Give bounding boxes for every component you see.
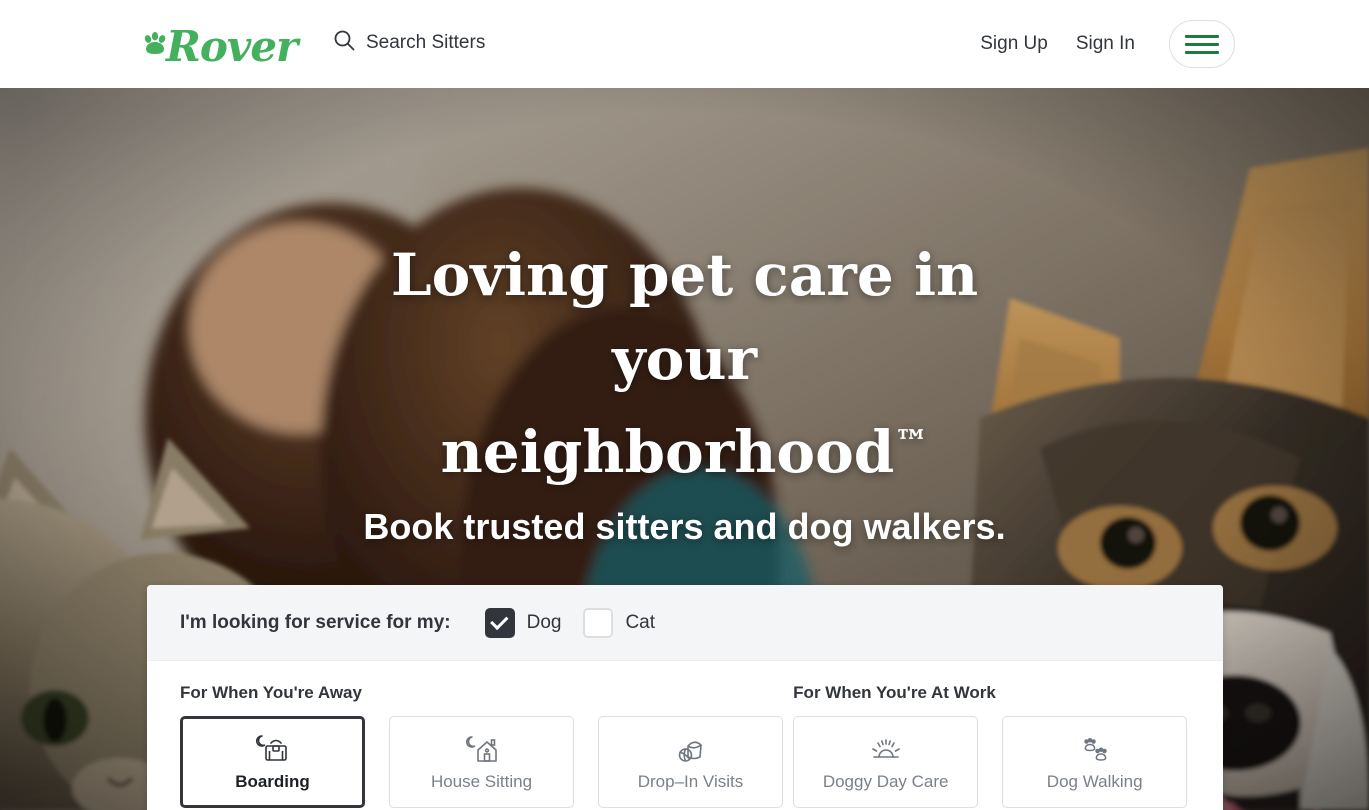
service-tile-house-sitting[interactable]: House Sitting bbox=[389, 716, 574, 808]
search-icon bbox=[332, 28, 356, 57]
service-tile-house-sitting-label: House Sitting bbox=[430, 771, 533, 791]
site-header: Rover Search Sitters Sign Up Sign In bbox=[0, 0, 1369, 88]
service-tile-drop-in-visits-label: Drop–In Visits bbox=[637, 771, 744, 791]
menu-line bbox=[1185, 42, 1219, 46]
pet-option-cat[interactable]: Cat bbox=[583, 607, 656, 638]
header-actions: Sign Up Sign In bbox=[966, 20, 1235, 68]
pet-type-question: I'm looking for service for my: bbox=[180, 611, 451, 633]
service-tile-boarding-label: Boarding bbox=[235, 771, 310, 791]
rover-logo[interactable]: Rover bbox=[142, 18, 298, 71]
hamburger-menu-icon[interactable] bbox=[1169, 20, 1235, 68]
cat-checkbox[interactable] bbox=[583, 607, 614, 638]
sign-in-link[interactable]: Sign In bbox=[1062, 20, 1149, 68]
pet-carrier-moon-icon bbox=[253, 733, 293, 767]
dog-checkbox[interactable] bbox=[484, 607, 515, 638]
logo-wordmark: Rover bbox=[166, 22, 298, 71]
service-tile-dog-walking-label: Dog Walking bbox=[1046, 771, 1143, 791]
dog-checkbox-label: Dog bbox=[526, 611, 562, 633]
paw-icon bbox=[142, 30, 168, 56]
food-bowl-ball-icon bbox=[671, 733, 711, 767]
service-tiles-away: Boarding House Sitting Drop–In Visits bbox=[180, 716, 785, 808]
service-group-work: For When You're At Work Doggy Day Care D… bbox=[793, 683, 1190, 808]
group-work-title: For When You're At Work bbox=[793, 683, 996, 702]
service-tile-doggy-day-care[interactable]: Doggy Day Care bbox=[793, 716, 979, 808]
house-moon-icon bbox=[462, 733, 502, 767]
service-tiles-work: Doggy Day Care Dog Walking bbox=[793, 716, 1190, 808]
search-sitters-label: Search Sitters bbox=[366, 31, 486, 53]
menu-line bbox=[1185, 34, 1219, 38]
service-group-away: For When You're Away Boarding House Sitt… bbox=[180, 683, 785, 808]
pet-type-row: I'm looking for service for my: Dog Cat bbox=[147, 585, 1223, 661]
search-card: I'm looking for service for my: Dog Cat … bbox=[147, 585, 1223, 810]
service-tile-dog-walking[interactable]: Dog Walking bbox=[1002, 716, 1188, 808]
paw-prints-icon bbox=[1075, 733, 1115, 767]
pet-option-dog[interactable]: Dog bbox=[484, 607, 562, 638]
group-away-title: For When You're Away bbox=[180, 683, 362, 702]
hero-section: Loving pet care in your neighborhood™ Bo… bbox=[0, 88, 1369, 810]
search-sitters-button[interactable]: Search Sitters bbox=[332, 28, 485, 57]
search-card-body: For When You're Away Boarding House Sitt… bbox=[147, 661, 1223, 810]
sunrise-icon bbox=[866, 733, 906, 767]
service-groups: For When You're Away Boarding House Sitt… bbox=[180, 683, 1190, 808]
service-tile-doggy-day-care-label: Doggy Day Care bbox=[822, 771, 949, 791]
cat-checkbox-label: Cat bbox=[625, 611, 656, 633]
service-tile-boarding[interactable]: Boarding bbox=[180, 716, 365, 808]
service-tile-drop-in-visits[interactable]: Drop–In Visits bbox=[598, 716, 783, 808]
menu-line bbox=[1185, 50, 1219, 54]
sign-up-link[interactable]: Sign Up bbox=[966, 20, 1062, 68]
